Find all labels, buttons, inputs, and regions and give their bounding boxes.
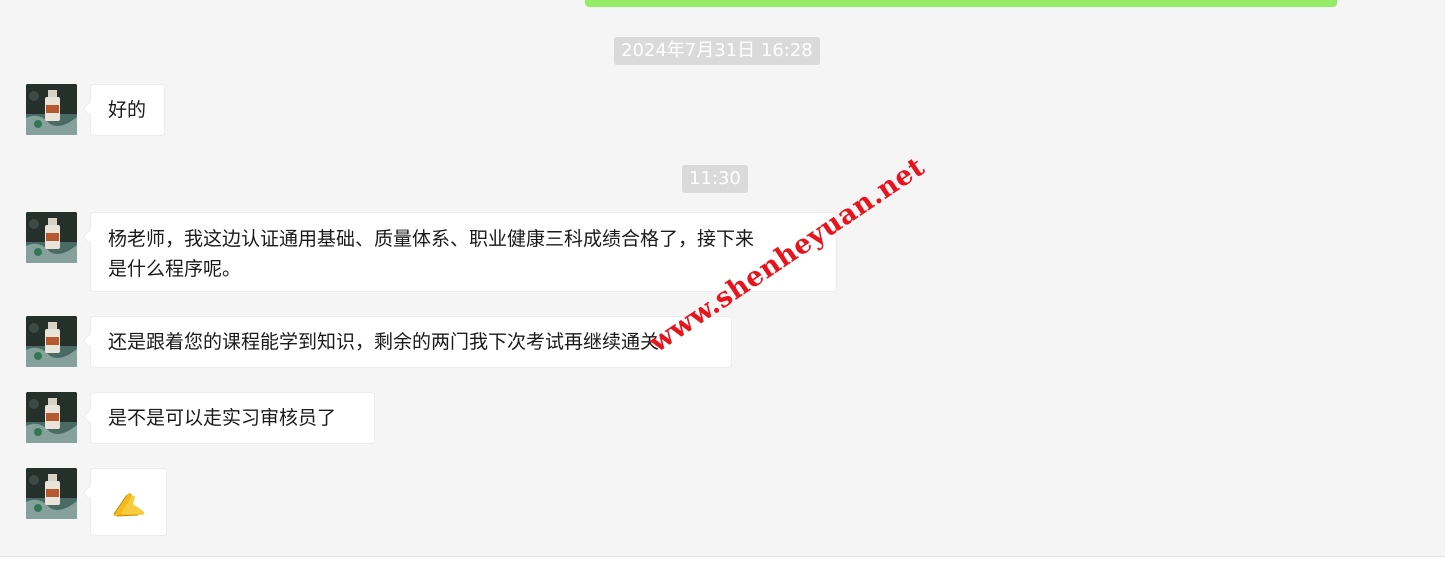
contact-avatar[interactable] bbox=[26, 316, 77, 367]
message-text: 杨老师，我这边认证通用基础、质量体系、职业健康三科成绩合格了，接下来 bbox=[108, 228, 755, 250]
message-bubble[interactable]: 是不是可以走实习审核员了 bbox=[90, 392, 375, 444]
folded-hands-emoji-icon bbox=[111, 487, 147, 526]
message-text: 还是跟着您的课程能学到知识，剩余的两门我下次考试再继续通关 bbox=[108, 331, 660, 353]
message-bubble[interactable]: 还是跟着您的课程能学到知识，剩余的两门我下次考试再继续通关 bbox=[90, 316, 732, 368]
contact-avatar[interactable] bbox=[26, 84, 77, 135]
message-bubble[interactable]: 好的 bbox=[90, 84, 165, 136]
contact-avatar[interactable] bbox=[26, 468, 77, 519]
timestamp: 11:30 bbox=[682, 165, 748, 193]
message-bubble[interactable] bbox=[90, 468, 167, 536]
message-text: 好的 bbox=[108, 99, 147, 121]
contact-avatar[interactable] bbox=[26, 392, 77, 443]
message-text: 是不是可以走实习审核员了 bbox=[108, 407, 337, 429]
timestamp: 2024年7月31日 16:28 bbox=[614, 37, 820, 65]
message-text: 是什么程序呢。 bbox=[108, 258, 242, 280]
contact-avatar[interactable] bbox=[26, 212, 77, 263]
sent-message-bubble[interactable] bbox=[585, 0, 1337, 7]
input-area-edge bbox=[0, 557, 1445, 562]
